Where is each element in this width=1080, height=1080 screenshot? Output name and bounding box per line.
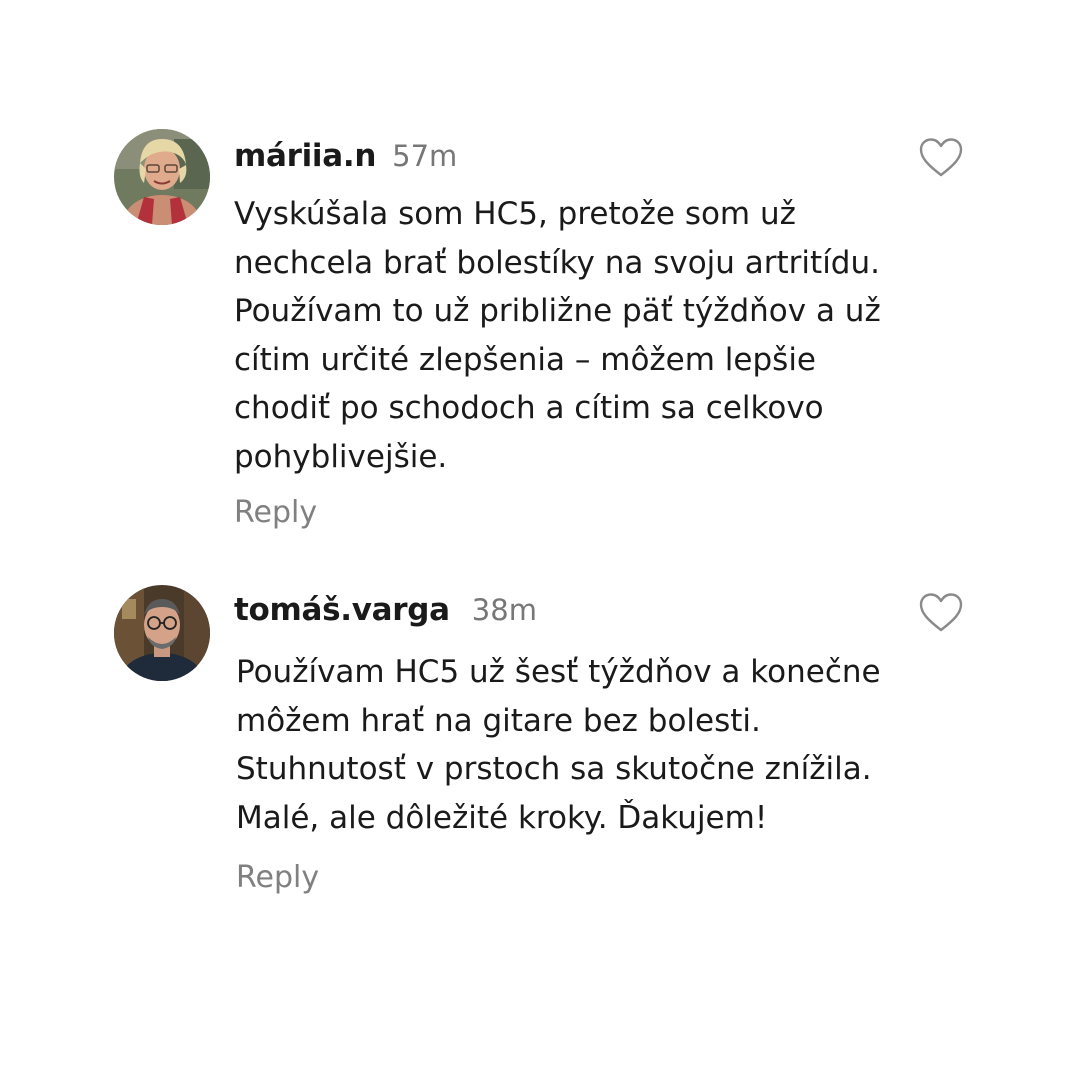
comment-line: Stuhnutosť v prstoch sa skutočne znížila… bbox=[236, 751, 872, 787]
like-button[interactable] bbox=[918, 592, 964, 634]
comment-line: pohyblivejšie. bbox=[234, 438, 448, 475]
avatar[interactable] bbox=[114, 129, 210, 225]
reply-button[interactable]: Reply bbox=[236, 860, 319, 895]
comment-header: máriia.n 57m bbox=[234, 138, 457, 174]
username[interactable]: máriia.n bbox=[234, 138, 376, 174]
reply-button[interactable]: Reply bbox=[234, 495, 317, 530]
comment-header: tomáš.varga 38m bbox=[234, 592, 537, 628]
comment-line: Používam to už približne päť týždňov a u… bbox=[234, 293, 881, 329]
comment-line: chodiť po schodoch a cítim sa celkovo bbox=[234, 390, 824, 426]
avatar-photo bbox=[114, 129, 210, 225]
timestamp: 57m bbox=[392, 139, 458, 173]
heart-outline-icon bbox=[919, 593, 963, 632]
comment-line: cítim určité zlepšenia – môžem lepšie bbox=[234, 341, 817, 378]
avatar[interactable] bbox=[114, 585, 210, 681]
comment-text: Vyskúšala som HC5, pretože som už nechce… bbox=[234, 190, 881, 481]
comment-text: Používam HC5 už šesť týždňov a konečne m… bbox=[236, 648, 881, 842]
comment-line: Vyskúšala som HC5, pretože som už bbox=[234, 196, 796, 232]
comment-line: môžem hrať na gitare bez bolesti. bbox=[236, 702, 761, 739]
comment-line: nechcela brať bolestíky na svoju artrití… bbox=[234, 244, 880, 281]
username[interactable]: tomáš.varga bbox=[234, 592, 450, 628]
comment-line: Používam HC5 už šesť týždňov a konečne bbox=[236, 654, 881, 690]
timestamp: 38m bbox=[471, 593, 537, 627]
heart-outline-icon bbox=[919, 138, 963, 177]
comment-line: Malé, ale dôležité kroky. Ďakujem! bbox=[236, 799, 768, 836]
like-button[interactable] bbox=[918, 137, 964, 179]
avatar-photo bbox=[114, 585, 210, 681]
